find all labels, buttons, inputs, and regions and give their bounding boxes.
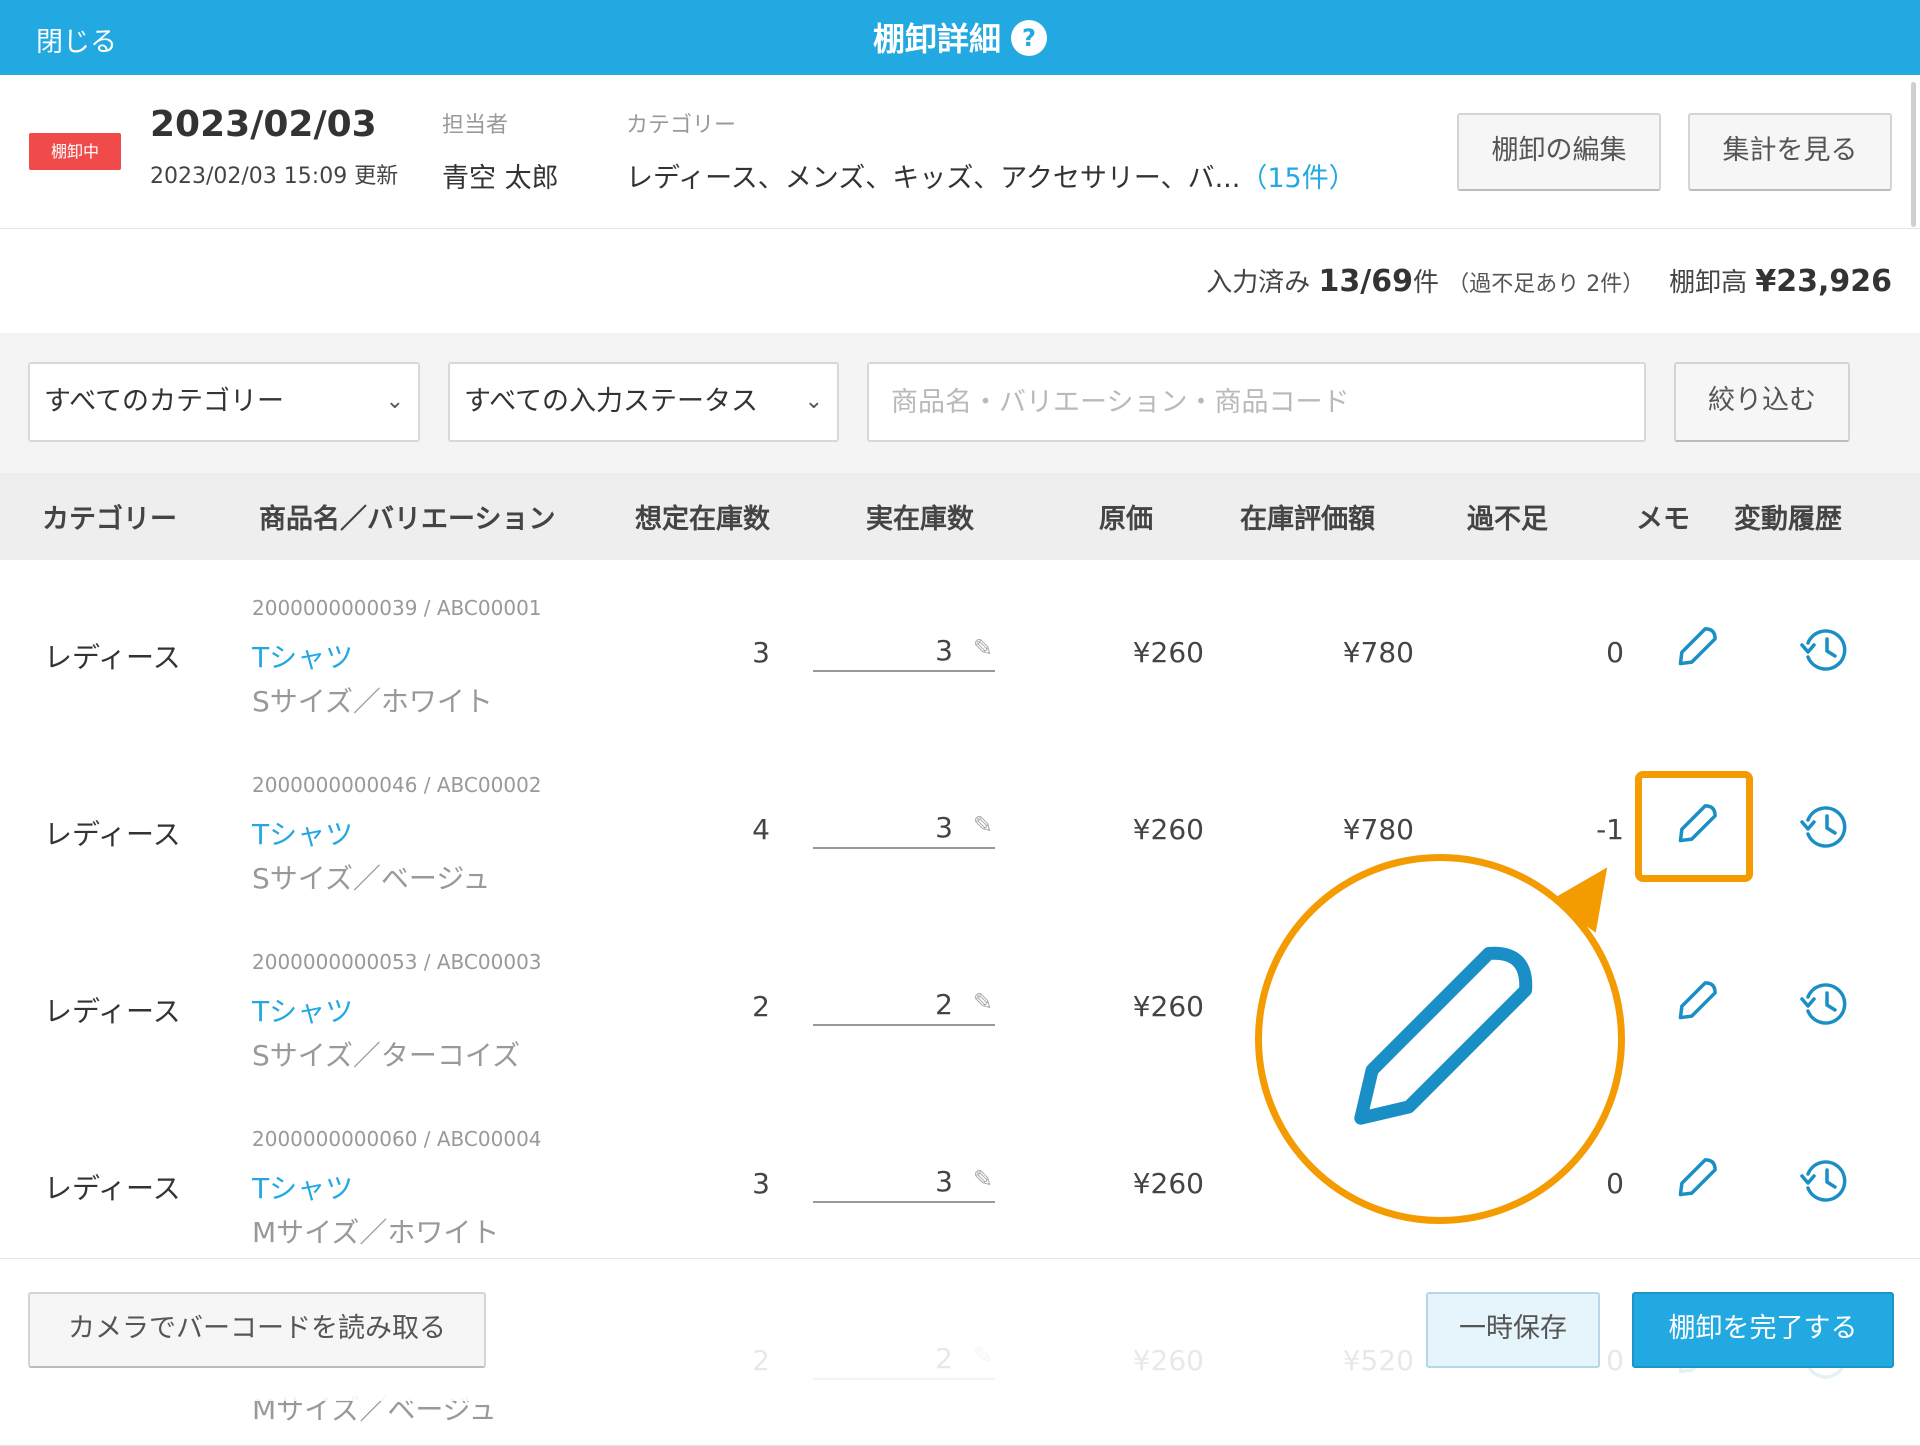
- staff-label: 担当者: [442, 113, 509, 138]
- col-history: 変動履歴: [1734, 504, 1842, 535]
- row-stock-value: ¥780: [1342, 636, 1414, 669]
- category-list: レディース、メンズ、キッズ、アクセサリー、バ...（15件）: [626, 156, 1356, 195]
- actual-stock-input[interactable]: 2✎: [813, 972, 995, 1026]
- page-title: 棚卸詳細?: [0, 14, 1920, 60]
- row-product-code: 2000000000039 / ABC00001: [252, 596, 542, 620]
- history-clock-icon[interactable]: [1797, 621, 1853, 677]
- filter-button[interactable]: 絞り込む: [1674, 362, 1850, 442]
- table-row: レディース 2000000000053 / ABC00003 Tシャツ Sサイズ／ター…: [0, 914, 1920, 1092]
- table-row: レディース 2000000000046 / ABC00002 Tシャツ Sサイズ／ベー…: [0, 737, 1920, 915]
- actual-stock-input[interactable]: 3 ✎: [813, 618, 995, 672]
- row-product-name-link[interactable]: Tシャツ: [252, 1167, 353, 1207]
- table-row: レディース 2000000000060 / ABC00004 Tシャツ Mサイズ／ホワ…: [0, 1091, 1920, 1269]
- row-product-code: 2000000000053 / ABC00003: [252, 950, 542, 974]
- row-cost: ¥260: [1132, 636, 1204, 669]
- category-select-value: すべてのカテゴリー: [44, 386, 285, 417]
- actual-stock-input[interactable]: 3 ✎: [813, 795, 995, 849]
- complete-inventory-button[interactable]: 棚卸を完了する: [1632, 1292, 1894, 1368]
- magnifier-callout: [1255, 854, 1625, 1224]
- chevron-down-icon: ⌄: [385, 389, 404, 414]
- row-category: レディース: [44, 818, 181, 851]
- help-icon[interactable]: ?: [1011, 20, 1047, 56]
- row-product-name-link[interactable]: Tシャツ: [252, 813, 353, 853]
- pencil-small-icon: ✎: [972, 988, 993, 1016]
- entered-label: 入力済み: [1206, 268, 1311, 298]
- row-cost: ¥260: [1132, 1167, 1204, 1200]
- chevron-down-icon: ⌄: [804, 389, 823, 414]
- category-select[interactable]: すべてのカテゴリー ⌄: [28, 362, 420, 442]
- row-product-name-link[interactable]: Tシャツ: [252, 636, 353, 676]
- scan-barcode-button[interactable]: カメラでバーコードを読み取る: [28, 1292, 486, 1368]
- col-diff: 過不足: [1467, 504, 1548, 535]
- inventory-date: 2023/02/03: [150, 104, 377, 145]
- row-expected-stock: 4: [752, 813, 770, 846]
- col-stock-value: 在庫評価額: [1240, 504, 1375, 535]
- history-clock-icon[interactable]: [1797, 798, 1853, 854]
- page-title-text: 棚卸詳細: [872, 20, 1001, 58]
- actual-stock-input[interactable]: 3 ✎: [813, 1149, 995, 1203]
- inventory-amount: ¥23,926: [1755, 264, 1892, 299]
- history-clock-icon[interactable]: [1797, 1152, 1853, 1208]
- history-clock-icon[interactable]: [1797, 975, 1853, 1031]
- row-category: レディース: [44, 995, 181, 1028]
- col-actual-stock: 実在庫数: [866, 504, 974, 535]
- col-expected-stock: 想定在庫数: [635, 504, 770, 535]
- pencil-edit-icon[interactable]: [1672, 978, 1720, 1026]
- row-product-code: 2000000000060 / ABC00004: [252, 1127, 542, 1151]
- actual-stock-value: 3: [935, 634, 953, 667]
- col-product-name: 商品名／バリエーション: [259, 504, 556, 535]
- temporary-save-button[interactable]: 一時保存: [1426, 1292, 1600, 1368]
- table-row: レディース 2000000000039 / ABC00001 Tシャツ Sサイズ／ホワ…: [0, 560, 1920, 738]
- pencil-edit-icon: [1354, 946, 1533, 1125]
- actual-stock-value: 3: [935, 811, 953, 844]
- scrollbar[interactable]: [1911, 82, 1916, 227]
- row-expected-stock: 2: [752, 990, 770, 1023]
- row-diff: -1: [1596, 813, 1624, 846]
- row-variation: Mサイズ／ホワイト: [252, 1216, 500, 1249]
- staff-name: 青空 太郎: [442, 163, 559, 194]
- search-input[interactable]: [867, 362, 1646, 442]
- row-expected-stock: 3: [752, 1167, 770, 1200]
- row-stock-value: ¥780: [1342, 813, 1414, 846]
- pencil-edit-icon[interactable]: [1672, 1155, 1720, 1203]
- memo-icon-highlight: [1635, 771, 1753, 882]
- col-category: カテゴリー: [42, 504, 177, 535]
- updated-timestamp: 2023/02/03 15:09 更新: [150, 164, 399, 189]
- pencil-small-icon: ✎: [972, 811, 993, 839]
- row-variation: Sサイズ／ホワイト: [252, 685, 493, 718]
- row-variation: Sサイズ／ターコイズ: [252, 1039, 521, 1072]
- inventory-totals: 入力済み 13/69件 （過不足あり 2件） 棚卸高 ¥23,926: [1206, 262, 1892, 299]
- edit-inventory-button[interactable]: 棚卸の編集: [1457, 113, 1661, 191]
- pencil-small-icon: ✎: [972, 634, 993, 662]
- category-label: カテゴリー: [626, 113, 737, 138]
- amount-label: 棚卸高: [1669, 268, 1748, 298]
- status-badge: 棚卸中: [29, 133, 121, 170]
- category-count-link[interactable]: （15件）: [1240, 163, 1355, 194]
- actual-stock-value: 2: [935, 988, 953, 1021]
- row-variation: Sサイズ／ベージュ: [252, 862, 491, 895]
- col-cost: 原価: [1099, 504, 1153, 535]
- pencil-edit-icon[interactable]: [1672, 624, 1720, 672]
- row-category: レディース: [44, 641, 181, 674]
- view-summary-button[interactable]: 集計を見る: [1688, 113, 1892, 191]
- row-category: レディース: [44, 1172, 181, 1205]
- entered-unit: 件: [1413, 268, 1440, 298]
- status-select[interactable]: すべての入力ステータス ⌄: [448, 362, 839, 442]
- col-memo: メモ: [1636, 504, 1690, 535]
- row-product-name-link[interactable]: Tシャツ: [252, 990, 353, 1030]
- row-product-code: 2000000000046 / ABC00002: [252, 773, 542, 797]
- status-select-value: すべての入力ステータス: [464, 386, 759, 417]
- shortage-note: （過不足あり 2件）: [1447, 272, 1645, 297]
- row-diff: 0: [1606, 636, 1624, 669]
- category-list-text: レディース、メンズ、キッズ、アクセサリー、バ...: [626, 163, 1241, 194]
- row-cost: ¥260: [1132, 813, 1204, 846]
- actual-stock-value: 3: [935, 1165, 953, 1198]
- row-cost: ¥260: [1132, 990, 1204, 1023]
- title-bar: 閉じる 棚卸詳細?: [0, 0, 1920, 75]
- pencil-small-icon: ✎: [972, 1165, 993, 1193]
- row-expected-stock: 3: [752, 636, 770, 669]
- entered-count: 13/69: [1318, 264, 1413, 299]
